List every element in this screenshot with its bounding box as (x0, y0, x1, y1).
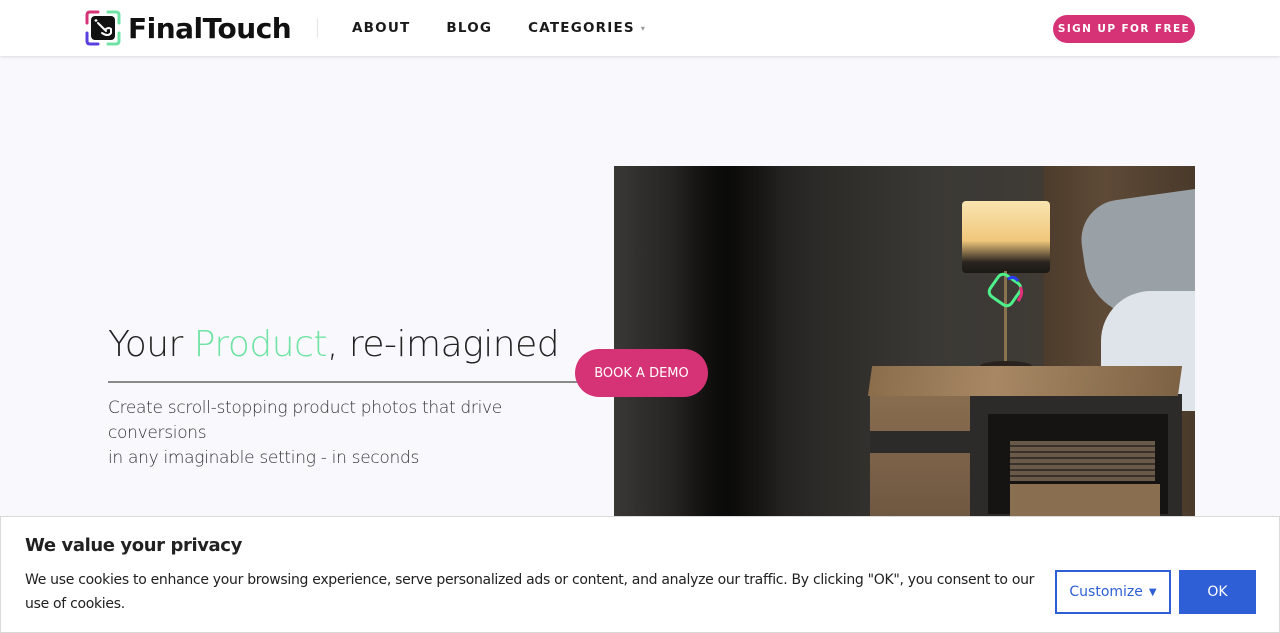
main-nav: ABOUT BLOG CATEGORIES ▾ (352, 0, 682, 56)
ok-button[interactable]: OK (1179, 570, 1256, 614)
lamp-shade (962, 201, 1050, 273)
site-header: FinalTouch ABOUT BLOG CATEGORIES ▾ SIGN … (0, 0, 1280, 56)
hero-title-after: , re-imagined (326, 324, 560, 365)
nav-blog[interactable]: BLOG (446, 20, 492, 36)
nightstand (867, 366, 1183, 521)
cookie-banner: We value your privacy We use cookies to … (0, 516, 1280, 633)
hero-subtitle: Create scroll-stopping product photos th… (108, 396, 598, 471)
cookie-title: We value your privacy (25, 535, 242, 556)
nav-blog-label: BLOG (446, 20, 493, 36)
animated-logo-icon (987, 272, 1024, 308)
nav-about[interactable]: ABOUT (352, 20, 410, 36)
customize-label: Customize (1069, 584, 1143, 600)
hero-subtitle-line2: in any imaginable setting - in seconds (108, 448, 420, 468)
nav-about-label: ABOUT (352, 20, 411, 36)
finaltouch-logo-icon (85, 10, 121, 46)
nav-categories[interactable]: CATEGORIES ▾ (528, 20, 646, 36)
chevron-down-icon: ▾ (640, 23, 647, 33)
book-demo-button[interactable]: BOOK A DEMO (575, 349, 708, 397)
brand-name: FinalTouch (128, 11, 292, 45)
wall-shadow (674, 166, 784, 521)
nightstand-top (867, 366, 1183, 396)
nav-separator (317, 18, 318, 38)
hero-title: Your Product, re-imagined (108, 324, 560, 365)
caret-down-icon: ▼ (1148, 586, 1157, 598)
customize-button[interactable]: Customize ▼ (1055, 570, 1171, 614)
hero-divider (108, 381, 588, 383)
nightstand-side (870, 391, 980, 521)
hero-product-image (614, 166, 1195, 521)
sign-up-button[interactable]: SIGN UP FOR FREE (1053, 15, 1195, 43)
books (1010, 441, 1155, 481)
hero-title-before: Your (108, 324, 194, 365)
cookie-text: We use cookies to enhance your browsing … (25, 572, 1035, 612)
logo-link[interactable]: FinalTouch (84, 9, 292, 47)
hero-title-accent: Product (193, 324, 328, 365)
hero-subtitle-line1: Create scroll-stopping product photos th… (108, 398, 502, 443)
nightstand-band (870, 431, 980, 453)
nav-categories-label: CATEGORIES (528, 20, 635, 36)
